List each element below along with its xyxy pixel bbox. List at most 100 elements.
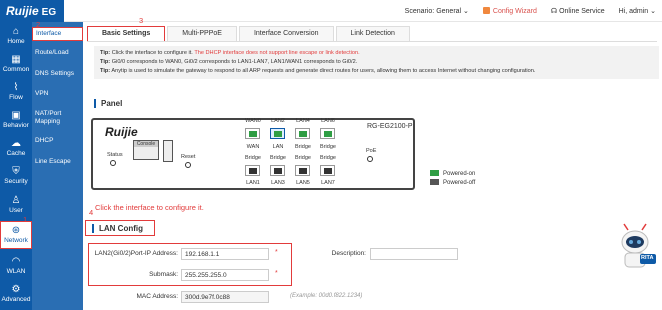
submask-input[interactable] [181, 269, 269, 281]
nav-user[interactable]: ♙ User [0, 192, 32, 220]
step-4-marker: 4 [89, 208, 94, 217]
nav-behavior[interactable]: ▣ Behavior [0, 107, 32, 135]
powered-off-swatch [430, 179, 439, 185]
nav-cache[interactable]: ☁ Cache [0, 135, 32, 163]
description-input[interactable] [370, 248, 458, 260]
submask-label: Submask: [149, 271, 178, 278]
port-lan1[interactable] [245, 165, 260, 176]
advanced-icon: ⚙ [11, 284, 21, 295]
nav-advanced[interactable]: ⚙ Advanced [0, 281, 32, 309]
subnav-nat-port-mapping[interactable]: NAT/Port Mapping [32, 110, 77, 126]
nav-flow[interactable]: ⌇ Flow [0, 79, 32, 107]
network-icon: ⊛ [11, 225, 21, 236]
sub-nav: Interface Route/Load DNS Settings VPN NA… [32, 22, 83, 310]
port-mode-wan0: WAN [246, 144, 260, 150]
online-service-link[interactable]: ☊ Online Service [551, 7, 605, 15]
mac-example: (Example: 00d0.f822.1234) [290, 293, 363, 299]
usb-port [163, 140, 173, 162]
legend-powered-off: Powered-off [430, 179, 475, 186]
nav-home[interactable]: ⌂ Home [0, 23, 32, 51]
nav-security[interactable]: ⛨ Security [0, 163, 32, 191]
reset-button[interactable] [185, 162, 191, 168]
port-label-lan3: LAN3 [271, 180, 285, 186]
port-mode-lan3: Bridge [270, 155, 286, 161]
tip-line-2: Tip: Gi0/0 corresponds to WAN0, Gi0/2 co… [100, 59, 358, 65]
nav-wlan[interactable]: ◠ WLAN [0, 253, 32, 281]
rita-label: RITA [641, 255, 654, 261]
flow-icon: ⌇ [13, 82, 19, 93]
port-mode-lan2: LAN [272, 144, 284, 150]
mac-address-label: MAC Address: [136, 293, 178, 300]
tip-line-1: Tip: Click the interface to configure it… [100, 50, 360, 56]
step-1-marker: 1 [23, 215, 28, 224]
panel-title: Panel [94, 99, 122, 108]
scenario-selector[interactable]: Scenario: General ⌄ [405, 7, 469, 15]
common-icon: ▦ [11, 54, 21, 65]
description-label: Description: [331, 250, 366, 257]
port-mode-lan4: Bridge [295, 144, 311, 150]
behavior-icon: ▣ [11, 110, 21, 121]
port-lan7[interactable] [320, 165, 335, 176]
subnav-dhcp[interactable]: DHCP [32, 137, 83, 145]
tab-link-detection[interactable]: Link Detection [335, 26, 410, 42]
subnav-interface[interactable]: Interface [32, 27, 83, 41]
status-led [110, 160, 116, 166]
rita-assistant[interactable]: RITA [614, 222, 658, 274]
user-icon: ♙ [11, 195, 21, 206]
port-label-lan6: LAN6 [321, 118, 335, 124]
subnav-route-load[interactable]: Route/Load [32, 49, 83, 57]
required-marker: * [275, 249, 278, 256]
tab-divider [87, 41, 657, 42]
tab-multi-pppoe[interactable]: Multi-PPPoE [167, 26, 237, 42]
port-label-lan7: LAN7 [321, 180, 335, 186]
ip-address-input[interactable] [181, 248, 269, 260]
tips-box: Tip: Click the interface to configure it… [94, 46, 659, 79]
subnav-line-escape[interactable]: Line Escape [32, 158, 83, 166]
legend-powered-on: Powered-on [430, 170, 475, 177]
port-lan5[interactable] [295, 165, 310, 176]
port-mode-lan7: Bridge [320, 155, 336, 161]
reset-label: Reset [181, 154, 196, 160]
step-2-marker: 2 [36, 20, 41, 29]
port-label-lan5: LAN5 [296, 180, 310, 186]
cache-icon: ☁ [11, 138, 21, 149]
user-menu[interactable]: Hi, admin ⌄ [619, 7, 656, 15]
port-wan0[interactable] [245, 128, 260, 139]
top-right-menu: Scenario: General ⌄ Config Wizard ☊ Onli… [405, 0, 656, 22]
device-logo: Ruijie [105, 125, 138, 139]
tip-line-3: Tip: Anytip is used to simulate the gate… [100, 68, 536, 74]
port-lan3[interactable] [270, 165, 285, 176]
required-marker: * [275, 270, 278, 277]
step-3-marker: 3 [139, 16, 144, 25]
powered-on-swatch [430, 170, 439, 176]
mac-address-input[interactable] [181, 291, 269, 303]
nav-common[interactable]: ▦ Common [0, 51, 32, 79]
ip-address-label: LAN2(Gi0/2)Port-IP Address: [94, 250, 178, 257]
lan-config-title: LAN Config [92, 224, 143, 233]
console-port: Console [133, 140, 159, 160]
rita-robot-icon [621, 223, 656, 268]
brand-logo: Ruijie EG [0, 0, 64, 22]
chevron-down-icon: ⌄ [463, 8, 469, 15]
wlan-icon: ◠ [11, 256, 21, 267]
security-icon: ⛨ [12, 166, 20, 177]
tab-interface-conversion[interactable]: Interface Conversion [238, 26, 334, 42]
port-lan4[interactable] [295, 128, 310, 139]
wizard-icon [482, 7, 490, 14]
port-label-wan0: WAN0 [245, 118, 261, 124]
status-label: Status [107, 152, 123, 158]
nav-network[interactable]: ⊛ Network [0, 221, 32, 249]
top-bar: Ruijie EG Scenario: General ⌄ Config Wiza… [0, 0, 662, 22]
port-label-lan4: LAN4 [296, 118, 310, 124]
port-mode-lan6: Bridge [320, 144, 336, 150]
subnav-vpn[interactable]: VPN [32, 90, 83, 98]
port-lan2[interactable] [270, 128, 285, 139]
subnav-dns-settings[interactable]: DNS Settings [32, 70, 83, 78]
main-nav: ⌂ Home ▦ Common ⌇ Flow ▣ Behavior ☁ Cache ⛨ Se… [0, 22, 32, 310]
tab-basic-settings[interactable]: Basic Settings [87, 26, 166, 42]
home-icon: ⌂ [12, 26, 20, 37]
port-lan6[interactable] [320, 128, 335, 139]
config-wizard-link[interactable]: Config Wizard [482, 7, 537, 15]
port-label-lan2: LAN2 [271, 118, 285, 124]
headset-icon: ☊ [550, 8, 558, 15]
